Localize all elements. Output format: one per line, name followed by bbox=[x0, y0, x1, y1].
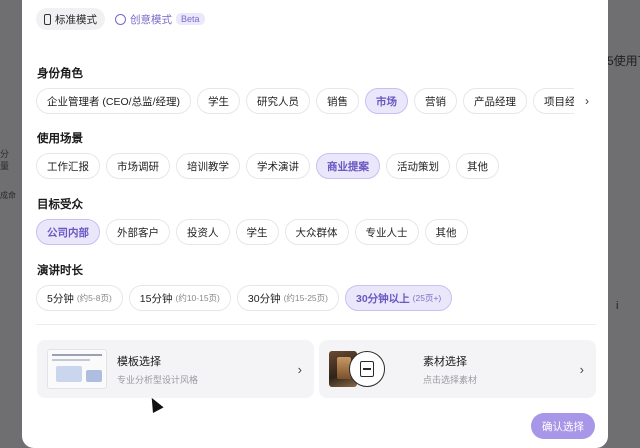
chip-label: 其他 bbox=[435, 226, 457, 239]
chevron-right-icon[interactable]: › bbox=[574, 88, 600, 114]
material-card-subtitle: 点击选择素材 bbox=[423, 374, 478, 385]
duration-chip-selected[interactable]: 30分钟以上 (25页+) bbox=[344, 285, 453, 311]
confirm-button[interactable]: 确认选择 bbox=[531, 413, 595, 439]
material-select-card[interactable]: 素材选择 点击选择素材 › bbox=[319, 340, 596, 398]
chip-sublabel: (25页+) bbox=[412, 293, 442, 303]
duration-chip[interactable]: 30分钟 (约15-25页) bbox=[236, 285, 339, 311]
beta-badge: Beta bbox=[176, 13, 205, 25]
chevron-right-icon: › bbox=[297, 361, 302, 377]
duration-section-title: 演讲时长 bbox=[37, 265, 83, 277]
chip-label: 30分钟 bbox=[247, 292, 281, 305]
audience-chip[interactable]: 其他 bbox=[424, 219, 468, 245]
scene-options: 工作汇报 市场调研 培训教学 学术演讲 商业提案 活动策划 其他 bbox=[36, 152, 499, 180]
material-icon bbox=[349, 351, 385, 387]
mode-creative-tab[interactable]: 创意模式 Beta bbox=[107, 8, 213, 30]
chip-label: 外部客户 bbox=[117, 226, 159, 239]
scene-chip[interactable]: 培训教学 bbox=[176, 153, 240, 179]
chip-label: 活动策划 bbox=[397, 160, 439, 173]
audience-chip[interactable]: 学生 bbox=[235, 219, 279, 245]
chip-label: 30分钟以上 bbox=[355, 292, 410, 305]
chip-label: 大众群体 bbox=[295, 226, 338, 239]
scene-chip[interactable]: 其他 bbox=[456, 153, 499, 179]
scene-section-title: 使用场景 bbox=[37, 133, 83, 145]
scene-chip[interactable]: 市场调研 bbox=[106, 153, 170, 179]
phone-icon bbox=[44, 13, 51, 25]
chip-label: 研究人员 bbox=[257, 95, 299, 108]
role-chip[interactable]: 销售 bbox=[316, 88, 359, 114]
chip-label: 企业管理者 (CEO/总监/经理) bbox=[47, 95, 180, 108]
scene-chip[interactable]: 活动策划 bbox=[386, 153, 450, 179]
scene-chip-selected[interactable]: 商业提案 bbox=[316, 153, 380, 179]
background-text: 成命 bbox=[0, 191, 16, 200]
chip-label: 市场调研 bbox=[117, 160, 159, 173]
audience-chip[interactable]: 投资人 bbox=[176, 219, 230, 245]
divider bbox=[36, 324, 596, 325]
duration-chip[interactable]: 15分钟 (约10-15页) bbox=[128, 285, 231, 311]
template-card-title: 模板选择 bbox=[117, 355, 161, 368]
background-text: 5使用丁 bbox=[607, 54, 640, 68]
audience-chip[interactable]: 外部客户 bbox=[106, 219, 170, 245]
role-chip[interactable]: 营销 bbox=[414, 88, 457, 114]
material-card-title: 素材选择 bbox=[423, 355, 467, 368]
audience-chip[interactable]: 大众群体 bbox=[284, 219, 349, 245]
chip-label: 培训教学 bbox=[187, 160, 229, 173]
chip-label: 学生 bbox=[246, 226, 268, 239]
chip-label: 工作汇报 bbox=[47, 160, 89, 173]
role-chip[interactable]: 产品经理 bbox=[463, 88, 527, 114]
mode-switch: 标准模式 创意模式 Beta bbox=[36, 8, 213, 30]
chip-label: 5分钟 bbox=[47, 292, 74, 305]
chip-label: 商业提案 bbox=[327, 160, 369, 173]
chip-label: 学生 bbox=[208, 95, 229, 108]
chip-label: 营销 bbox=[425, 95, 446, 108]
chip-sublabel: (约15-25页) bbox=[283, 293, 328, 303]
template-card-subtitle: 专业分析型设计风格 bbox=[117, 374, 199, 385]
audience-section-title: 目标受众 bbox=[37, 199, 83, 211]
material-thumbnail bbox=[329, 349, 387, 389]
audience-chip-selected[interactable]: 公司内部 bbox=[36, 219, 100, 245]
chip-label: 产品经理 bbox=[474, 95, 516, 108]
duration-chip[interactable]: 5分钟 (约5-8页) bbox=[36, 285, 123, 311]
role-chip[interactable]: 学生 bbox=[197, 88, 240, 114]
background-text: i bbox=[616, 300, 619, 312]
role-options: 企业管理者 (CEO/总监/经理) 学生 研究人员 销售 市场 营销 产品经理 … bbox=[36, 87, 596, 115]
chip-label: 投资人 bbox=[187, 226, 219, 239]
chip-label: 公司内部 bbox=[47, 226, 89, 239]
template-select-card[interactable]: 模板选择 专业分析型设计风格 › bbox=[37, 340, 314, 398]
chip-sublabel: (约5-8页) bbox=[76, 293, 112, 303]
chip-label: 其他 bbox=[467, 160, 488, 173]
role-section-title: 身份角色 bbox=[37, 68, 83, 80]
role-chip-selected[interactable]: 市场 bbox=[365, 88, 408, 114]
audience-chip[interactable]: 专业人士 bbox=[354, 219, 419, 245]
audience-options: 公司内部 外部客户 投资人 学生 大众群体 专业人士 其他 bbox=[36, 218, 468, 246]
chip-sublabel: (约10-15页) bbox=[175, 293, 220, 303]
chip-label: 15分钟 bbox=[139, 292, 173, 305]
scene-chip[interactable]: 工作汇报 bbox=[36, 153, 100, 179]
chip-label: 销售 bbox=[327, 95, 348, 108]
mode-creative-label: 创意模式 bbox=[130, 13, 172, 26]
scene-chip[interactable]: 学术演讲 bbox=[246, 153, 310, 179]
chevron-right-icon: › bbox=[579, 361, 584, 377]
chip-label: 市场 bbox=[376, 95, 397, 108]
chip-label: 学术演讲 bbox=[257, 160, 299, 173]
chip-label: 专业人士 bbox=[365, 226, 408, 239]
template-thumbnail bbox=[47, 349, 107, 389]
duration-options: 5分钟 (约5-8页) 15分钟 (约10-15页) 30分钟 (约15-25页… bbox=[36, 284, 453, 312]
preference-modal: 标准模式 创意模式 Beta 身份角色 企业管理者 (CEO/总监/经理) 学生… bbox=[22, 0, 608, 448]
role-chip[interactable]: 研究人员 bbox=[246, 88, 310, 114]
lightbulb-icon bbox=[115, 13, 126, 25]
mode-standard-label: 标准模式 bbox=[55, 13, 97, 26]
mode-standard-tab[interactable]: 标准模式 bbox=[36, 8, 105, 30]
background-text: 分 量 bbox=[0, 149, 10, 171]
role-chip[interactable]: 企业管理者 (CEO/总监/经理) bbox=[36, 88, 191, 114]
